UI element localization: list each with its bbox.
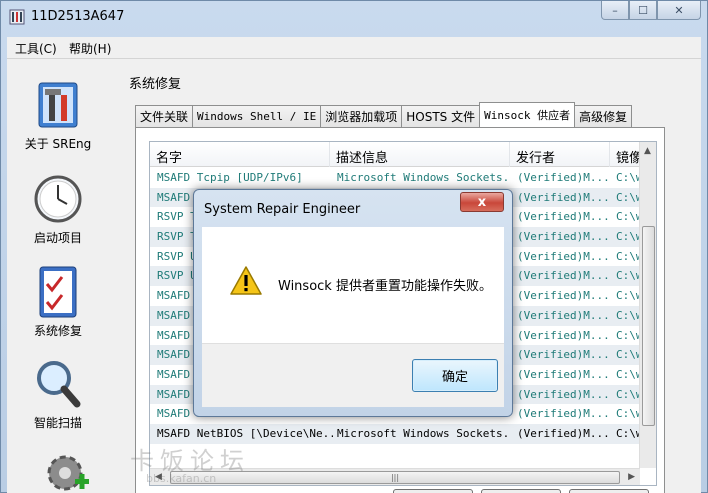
cell-img: C:\w (616, 328, 640, 342)
menu-tools[interactable]: 工具(C) (15, 40, 57, 57)
window-controls: – ☐ ✕ (601, 1, 701, 21)
tab-hosts[interactable]: HOSTS 文件 (401, 105, 481, 127)
tab-bar: 文件关联 Windows Shell / IE 浏览器加载项 HOSTS 文件 … (135, 102, 633, 127)
menu-help[interactable]: 帮助(H) (69, 40, 111, 57)
tab-windows-shell[interactable]: Windows Shell / IE (192, 105, 322, 127)
nav-repair-label: 系统修复 (33, 324, 82, 338)
cell-img: C:\w (616, 387, 640, 401)
cell-name: MSAFD Tcpip [UDP/IPv6] (157, 171, 303, 184)
cell-img: C:\w (616, 289, 640, 303)
tab-file-assoc[interactable]: 文件关联 (135, 105, 194, 127)
ok-button[interactable]: 确定 (412, 359, 498, 392)
checklist-icon (33, 264, 83, 320)
cell-img: C:\w (616, 190, 640, 204)
minimize-button[interactable]: – (601, 1, 629, 20)
dialog-title: System Repair Engineer (204, 202, 361, 217)
cell-pub: (Verified)M... (517, 190, 609, 204)
cell-pub: (Verified)M... (517, 348, 609, 362)
cell-img: C:\w (616, 348, 640, 362)
cell-desc: Microsoft Windows Sockets... (337, 426, 509, 440)
cell-img: C:\w (616, 249, 640, 263)
menu-bar: 工具(C) 帮助(H) (7, 37, 701, 59)
bottom-button-1[interactable] (393, 489, 473, 493)
vertical-scrollbar[interactable]: ▲ (639, 142, 656, 468)
nav-scan-label: 智能扫描 (33, 416, 82, 430)
cell-pub: (Verified)M... (517, 230, 609, 244)
title-bar[interactable]: 11D2513A647 – ☐ ✕ (1, 1, 707, 33)
vertical-scroll-thumb[interactable] (642, 226, 655, 426)
col-description[interactable]: 描述信息 (330, 142, 510, 167)
warning-icon (230, 266, 262, 295)
cell-pub: (Verified)M... (517, 210, 609, 224)
nav-startup-label: 启动项目 (33, 231, 82, 245)
app-icon (9, 9, 25, 25)
gear-icon (47, 455, 89, 491)
tab-winsock[interactable]: Winsock 供应者 (479, 102, 576, 127)
error-dialog: System Repair Engineer x Winsock 提供者重置功能… (193, 189, 513, 417)
bottom-button-2[interactable] (481, 489, 561, 493)
list-header: 名字 描述信息 发行者 镜像 (150, 142, 640, 167)
cell-pub: (Verified)M... (517, 308, 609, 322)
cell-pub: (Verified)M... (517, 426, 609, 440)
dialog-message: Winsock 提供者重置功能操作失败。 (278, 279, 492, 294)
cell-pub: (Verified)M... (517, 269, 609, 283)
nav-startup[interactable]: 启动项目 (23, 171, 93, 246)
nav-scan[interactable]: 智能扫描 (23, 356, 93, 431)
window-title: 11D2513A647 (31, 9, 125, 24)
cell-img: C:\w (616, 230, 640, 244)
cell-img: C:\w (616, 426, 640, 440)
dialog-close-button[interactable]: x (460, 192, 504, 212)
cell-img: C:\w (616, 407, 640, 421)
group-title: 系统修复 (129, 77, 182, 92)
dialog-body: Winsock 提供者重置功能操作失败。 (202, 227, 504, 343)
cell-pub: (Verified)M... (517, 407, 609, 421)
watermark-url: bbs.kafan.cn (146, 472, 217, 485)
scroll-right-icon[interactable]: ▶ (628, 472, 635, 482)
cell-pub: (Verified)M... (517, 328, 609, 342)
cell-pub: (Verified)M... (517, 289, 609, 303)
nav-repair[interactable]: 系统修复 (23, 264, 93, 339)
cell-img: C:\w (616, 210, 640, 224)
cell-pub: (Verified)M... (517, 249, 609, 263)
cell-img: C:\w (616, 171, 640, 184)
col-name[interactable]: 名字 (150, 142, 330, 167)
watermark: 卡饭论坛 (130, 447, 250, 475)
cell-img: C:\w (616, 269, 640, 283)
magnifier-icon (33, 356, 83, 412)
cell-pub: (Verified)M... (517, 171, 609, 184)
clock-icon (33, 171, 83, 227)
cell-pub: (Verified)M... (517, 387, 609, 401)
cell-name: MSAFD NetBIOS [\Device\Ne... (157, 426, 333, 440)
maximize-button[interactable]: ☐ (629, 1, 657, 20)
tab-advanced[interactable]: 高级修复 (574, 105, 633, 127)
toolbox-icon (33, 77, 83, 133)
nav-about[interactable]: 关于 SREng (23, 77, 93, 152)
bottom-button-3[interactable] (569, 489, 649, 493)
close-button[interactable]: ✕ (657, 1, 701, 20)
cell-pub: (Verified)M... (517, 367, 609, 381)
col-image[interactable]: 镜像 (610, 142, 640, 167)
cell-img: C:\w (616, 367, 640, 381)
nav-about-label: 关于 SREng (24, 137, 92, 151)
tab-browser-addons[interactable]: 浏览器加载项 (320, 105, 403, 127)
cell-img: C:\w (616, 308, 640, 322)
scroll-up-icon[interactable]: ▲ (644, 146, 651, 156)
table-row[interactable]: MSAFD Tcpip [UDP/IPv6] Microsoft Windows … (150, 168, 640, 188)
col-publisher[interactable]: 发行者 (510, 142, 610, 167)
cell-desc: Microsoft Windows Sockets... (337, 171, 509, 184)
dialog-footer: 确定 (202, 343, 504, 407)
